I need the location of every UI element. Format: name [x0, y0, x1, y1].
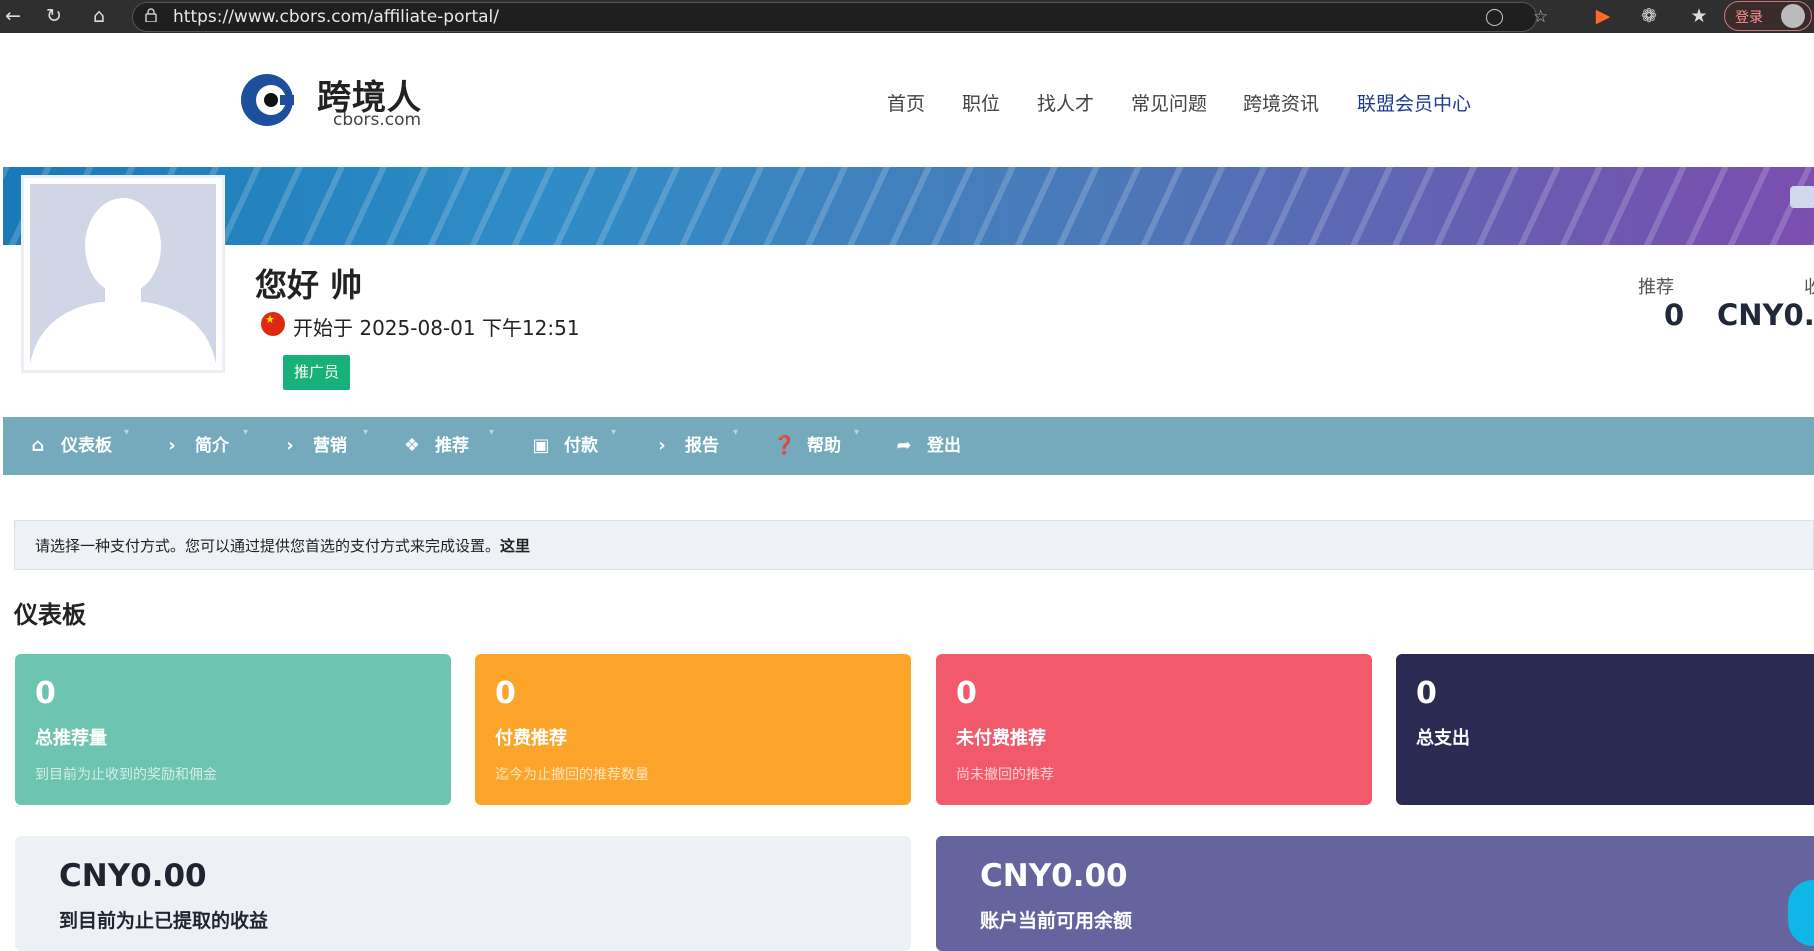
caret-icon: ▾: [489, 427, 495, 438]
puzzle-icon[interactable]: ❁: [1636, 3, 1662, 29]
caret-icon: ▾: [363, 427, 369, 438]
money-icon: ▣: [532, 435, 550, 456]
caret-icon: ▾: [854, 427, 860, 438]
reload-icon[interactable]: ↻: [41, 3, 67, 29]
address-bar[interactable]: https://www.cbors.com/affiliate-portal/ …: [132, 2, 1548, 32]
caret-icon: ▾: [733, 427, 739, 438]
nav-jobs[interactable]: 职位: [962, 89, 1000, 116]
tab-label: 推荐: [435, 436, 469, 456]
users-icon: ❖: [403, 435, 421, 456]
stat-earnings-value: CNY0.0: [1717, 298, 1814, 332]
help-icon: ❓: [773, 435, 796, 456]
tab-label: 登出: [927, 436, 961, 456]
tab-label: 付款: [564, 436, 598, 456]
lock-icon: [145, 8, 157, 22]
nav-faq[interactable]: 常见问题: [1131, 89, 1207, 116]
chevron-right-icon: ›: [286, 435, 294, 456]
card-available-balance[interactable]: CNY0.00 账户当前可用余额: [936, 836, 1814, 951]
favorites-icon[interactable]: ★: [1686, 3, 1712, 29]
tab-payments[interactable]: ▣ 付款: [530, 417, 598, 475]
card-value: 0: [1416, 676, 1437, 711]
avatar-placeholder: [30, 184, 216, 364]
profile-avatar[interactable]: [21, 175, 225, 373]
balance-title: 账户当前可用余额: [980, 910, 1133, 932]
tab-logout[interactable]: ➦ 登出: [893, 417, 961, 475]
login-label: 登录: [1735, 10, 1763, 26]
card-description: 尚未撤回的推荐: [956, 767, 1054, 783]
card-title: 总支出: [1416, 728, 1470, 749]
back-icon[interactable]: ←: [0, 3, 26, 29]
card-description: 迄今为止撤回的推荐数量: [495, 767, 649, 783]
payment-method-alert: 请选择一种支付方式。您可以通过提供您首选的支付方式来完成设置。这里: [14, 520, 1814, 570]
nav-news[interactable]: 跨境资讯: [1243, 89, 1319, 116]
affiliate-tab-bar: ⌂ 仪表板 ▾ › 简介 ▾ › 营销 ▾ ❖ 推荐 ▾ ▣ 付款 ▾ › 报告 ▾ ❓ 帮助…: [3, 417, 1814, 475]
tab-profile[interactable]: › 简介: [161, 417, 229, 475]
home-icon[interactable]: ⌂: [86, 3, 112, 29]
profile-avatar-icon: [1781, 4, 1805, 28]
tab-marketing[interactable]: › 营销: [279, 417, 347, 475]
nav-talent[interactable]: 找人才: [1037, 89, 1094, 116]
home-icon: ⌂: [31, 435, 45, 456]
card-paid-referrals[interactable]: 0 付费推荐 迄今为止撤回的推荐数量: [475, 654, 911, 805]
card-value: 0: [35, 676, 56, 711]
caret-icon: ▾: [124, 427, 130, 438]
card-title: 未付费推荐: [956, 728, 1046, 749]
url-text: https://www.cbors.com/affiliate-portal/: [173, 7, 500, 27]
tab-dashboard[interactable]: ⌂ 仪表板: [27, 417, 112, 475]
nav-affiliate-center[interactable]: 联盟会员中心: [1357, 89, 1471, 116]
balance-value: CNY0.00: [980, 858, 1128, 894]
star-icon[interactable]: ☆: [1533, 7, 1548, 27]
card-description: 到目前为止收到的奖励和佣金: [35, 767, 217, 783]
card-value: 0: [495, 676, 516, 711]
alert-setup-link[interactable]: 这里: [500, 537, 530, 555]
tab-referrals[interactable]: ❖ 推荐: [401, 417, 469, 475]
tab-label: 简介: [195, 436, 229, 456]
card-withdrawn-earnings[interactable]: CNY0.00 到目前为止已提取的收益: [15, 836, 911, 951]
cbors-logo-icon[interactable]: [240, 73, 294, 127]
china-flag-icon: ★: [261, 312, 285, 336]
profile-name: 您好 帅: [255, 266, 363, 304]
stat-earnings-label: 收: [1804, 277, 1814, 298]
chevron-right-icon: ›: [168, 435, 176, 456]
balance-title: 到目前为止已提取的收益: [59, 910, 269, 932]
card-total-payouts[interactable]: 0 总支出: [1396, 654, 1814, 805]
dashboard-title: 仪表板: [14, 601, 86, 629]
tab-label: 营销: [313, 436, 347, 456]
member-since: 开始于 2025-08-01 下午12:51: [293, 316, 580, 340]
card-value: 0: [956, 676, 977, 711]
card-total-referrals[interactable]: 0 总推荐量 到目前为止收到的奖励和佣金: [15, 654, 451, 805]
extension-icon[interactable]: ▶: [1590, 3, 1616, 29]
profile-cover-banner: [3, 167, 1814, 245]
balance-value: CNY0.00: [59, 858, 207, 894]
browser-toolbar: ← ↻ ⌂ https://www.cbors.com/affiliate-po…: [0, 0, 1814, 33]
chevron-right-icon: ›: [658, 435, 666, 456]
stat-referrals-value: 0: [1664, 298, 1685, 332]
tab-reports[interactable]: › 报告: [651, 417, 719, 475]
person-silhouette-icon: [30, 198, 216, 364]
tab-label: 帮助: [807, 436, 841, 456]
card-title: 总推荐量: [35, 728, 107, 749]
tab-label: 仪表板: [61, 436, 112, 456]
logo-subtitle: cbors.com: [333, 110, 422, 130]
caret-icon: ▾: [243, 427, 249, 438]
login-button[interactable]: 登录: [1724, 1, 1812, 31]
camera-icon[interactable]: [1790, 186, 1814, 208]
more-options-icon[interactable]: ◯: [1485, 7, 1504, 27]
card-unpaid-referrals[interactable]: 0 未付费推荐 尚未撤回的推荐: [936, 654, 1372, 805]
card-title: 付费推荐: [495, 728, 567, 749]
stat-referrals-label: 推荐: [1638, 277, 1674, 298]
role-badge: 推广员: [283, 355, 350, 390]
logout-icon: ➦: [896, 435, 912, 456]
alert-text: 请选择一种支付方式。您可以通过提供您首选的支付方式来完成设置。这里: [35, 535, 530, 556]
tab-help[interactable]: ❓ 帮助: [773, 417, 841, 475]
alert-message: 请选择一种支付方式。您可以通过提供您首选的支付方式来完成设置。: [35, 537, 501, 555]
nav-home[interactable]: 首页: [887, 89, 925, 116]
caret-icon: ▾: [611, 427, 617, 438]
banner-texture: [3, 167, 1814, 245]
tab-label: 报告: [685, 436, 719, 456]
